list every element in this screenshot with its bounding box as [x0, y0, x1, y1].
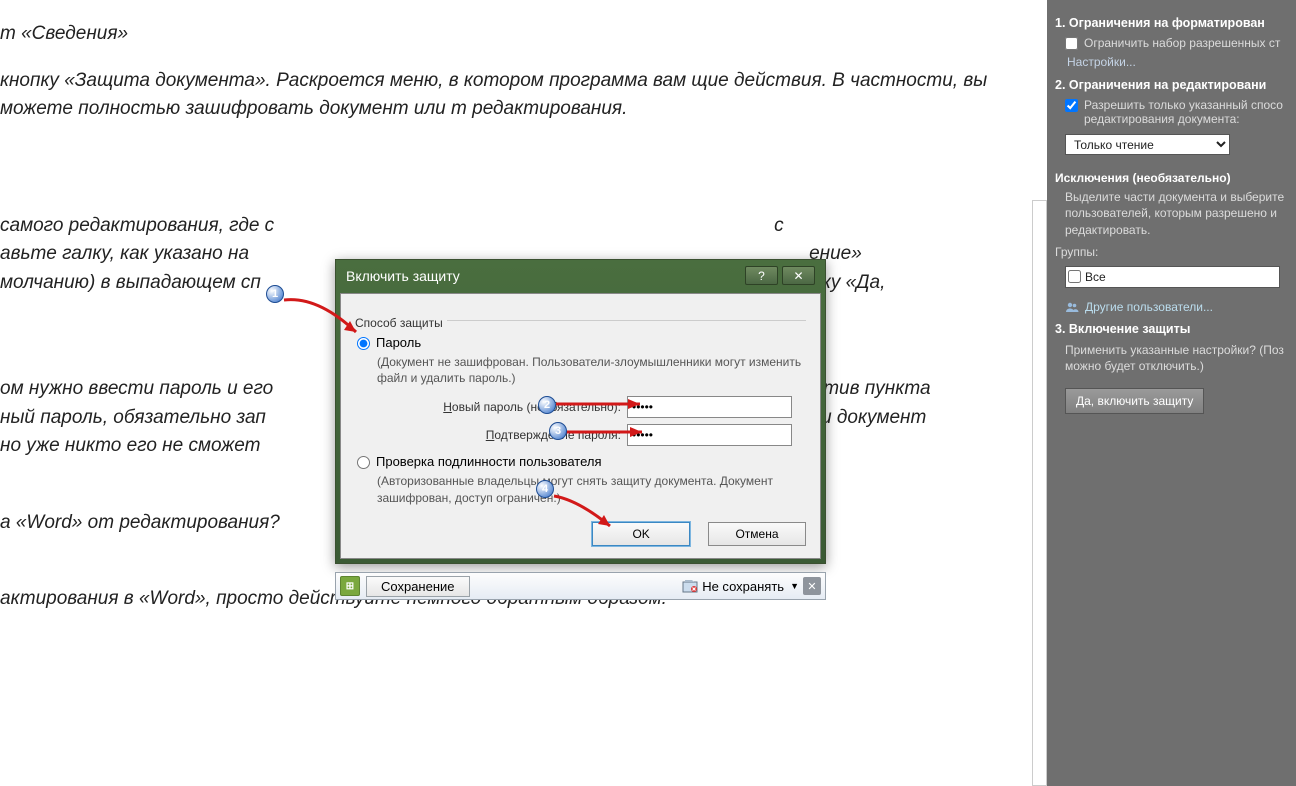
exceptions-heading: Исключения (необязательно)	[1055, 171, 1288, 185]
enable-protection-desc: Применить указанные настройки? (Поз можн…	[1065, 342, 1288, 374]
restrict-editing-row[interactable]: Разрешить только указанный спосо редакти…	[1065, 98, 1288, 126]
radio-password-label: Пароль	[376, 335, 421, 350]
panel-section-3-title: 3. Включение защиты	[1055, 322, 1288, 336]
callout-3: 3	[549, 422, 567, 440]
restrict-formatting-checkbox[interactable]	[1065, 37, 1078, 50]
chevron-down-icon[interactable]: ▼	[790, 581, 799, 591]
more-users-link[interactable]: Другие пользователи...	[1065, 300, 1290, 314]
save-button[interactable]: Сохранение	[366, 576, 470, 597]
paragraph: т «Сведения»	[0, 20, 1022, 49]
callout-4: 4	[536, 480, 554, 498]
restrict-editing-panel: 1. Ограничения на форматирован Ограничит…	[1047, 0, 1296, 786]
new-password-label: Новый пароль (необязательно):	[357, 400, 627, 414]
radio-auth-label: Проверка подлинности пользователя	[376, 454, 602, 469]
groups-label: Группы:	[1055, 244, 1288, 260]
group-all-label: Все	[1085, 270, 1277, 284]
callout-2: 2	[538, 396, 556, 414]
help-button[interactable]: ?	[745, 266, 778, 285]
vertical-ruler	[1032, 200, 1047, 786]
group-all-checkbox[interactable]	[1068, 270, 1081, 283]
save-bar: ⊞ Сохранение Не сохранять ▼ ✕	[335, 572, 826, 600]
paragraph: кнопку «Защита документа». Раскроется ме…	[0, 67, 1022, 124]
radio-auth-row[interactable]: Проверка подлинности пользователя	[357, 454, 804, 469]
dialog-title: Включить защиту	[346, 268, 741, 284]
restrict-editing-checkbox[interactable]	[1065, 99, 1078, 112]
enable-protection-button[interactable]: Да, включить защиту	[1065, 388, 1204, 414]
radio-auth[interactable]	[357, 456, 370, 469]
confirm-password-input[interactable]	[627, 424, 792, 446]
restrict-editing-label: Разрешить только указанный спосо редакти…	[1084, 98, 1288, 126]
editing-mode-select[interactable]: Только чтение	[1065, 134, 1230, 155]
settings-link[interactable]: Настройки...	[1067, 55, 1136, 69]
dont-save-label[interactable]: Не сохранять	[702, 579, 784, 594]
new-password-input[interactable]	[627, 396, 792, 418]
groups-list[interactable]: Все	[1065, 266, 1280, 288]
close-button[interactable]: ✕	[782, 266, 815, 285]
radio-password-row[interactable]: Пароль	[357, 335, 804, 350]
auth-hint: (Авторизованные владельцы могут снять за…	[377, 473, 804, 505]
confirm-password-label: Подтверждение пароля:	[357, 428, 627, 442]
panel-section-2-title: 2. Ограничения на редактировани	[1055, 78, 1288, 92]
password-hint: (Документ не зашифрован. Пользователи-зл…	[377, 354, 804, 386]
restrict-formatting-row[interactable]: Ограничить набор разрешенных ст	[1065, 36, 1288, 50]
more-users-label: Другие пользователи...	[1085, 300, 1213, 314]
dialog-titlebar[interactable]: Включить защиту ? ✕	[336, 260, 825, 289]
fieldset-legend: Способ защиты	[351, 314, 447, 332]
dont-save-icon	[682, 578, 698, 594]
panel-section-1-title: 1. Ограничения на форматирован	[1055, 16, 1288, 30]
restrict-formatting-label: Ограничить набор разрешенных ст	[1084, 36, 1280, 50]
callout-1: 1	[266, 285, 284, 303]
save-icon: ⊞	[340, 576, 360, 596]
users-icon	[1065, 301, 1079, 313]
radio-password[interactable]	[357, 337, 370, 350]
exceptions-desc: Выделите части документа и выберите поль…	[1065, 189, 1288, 238]
ok-button[interactable]: OK	[592, 522, 690, 546]
cancel-button[interactable]: Отмена	[708, 522, 806, 546]
savebar-close-button[interactable]: ✕	[803, 577, 821, 595]
enable-protection-dialog: Включить защиту ? ✕ Способ защиты Пароль…	[335, 259, 826, 564]
